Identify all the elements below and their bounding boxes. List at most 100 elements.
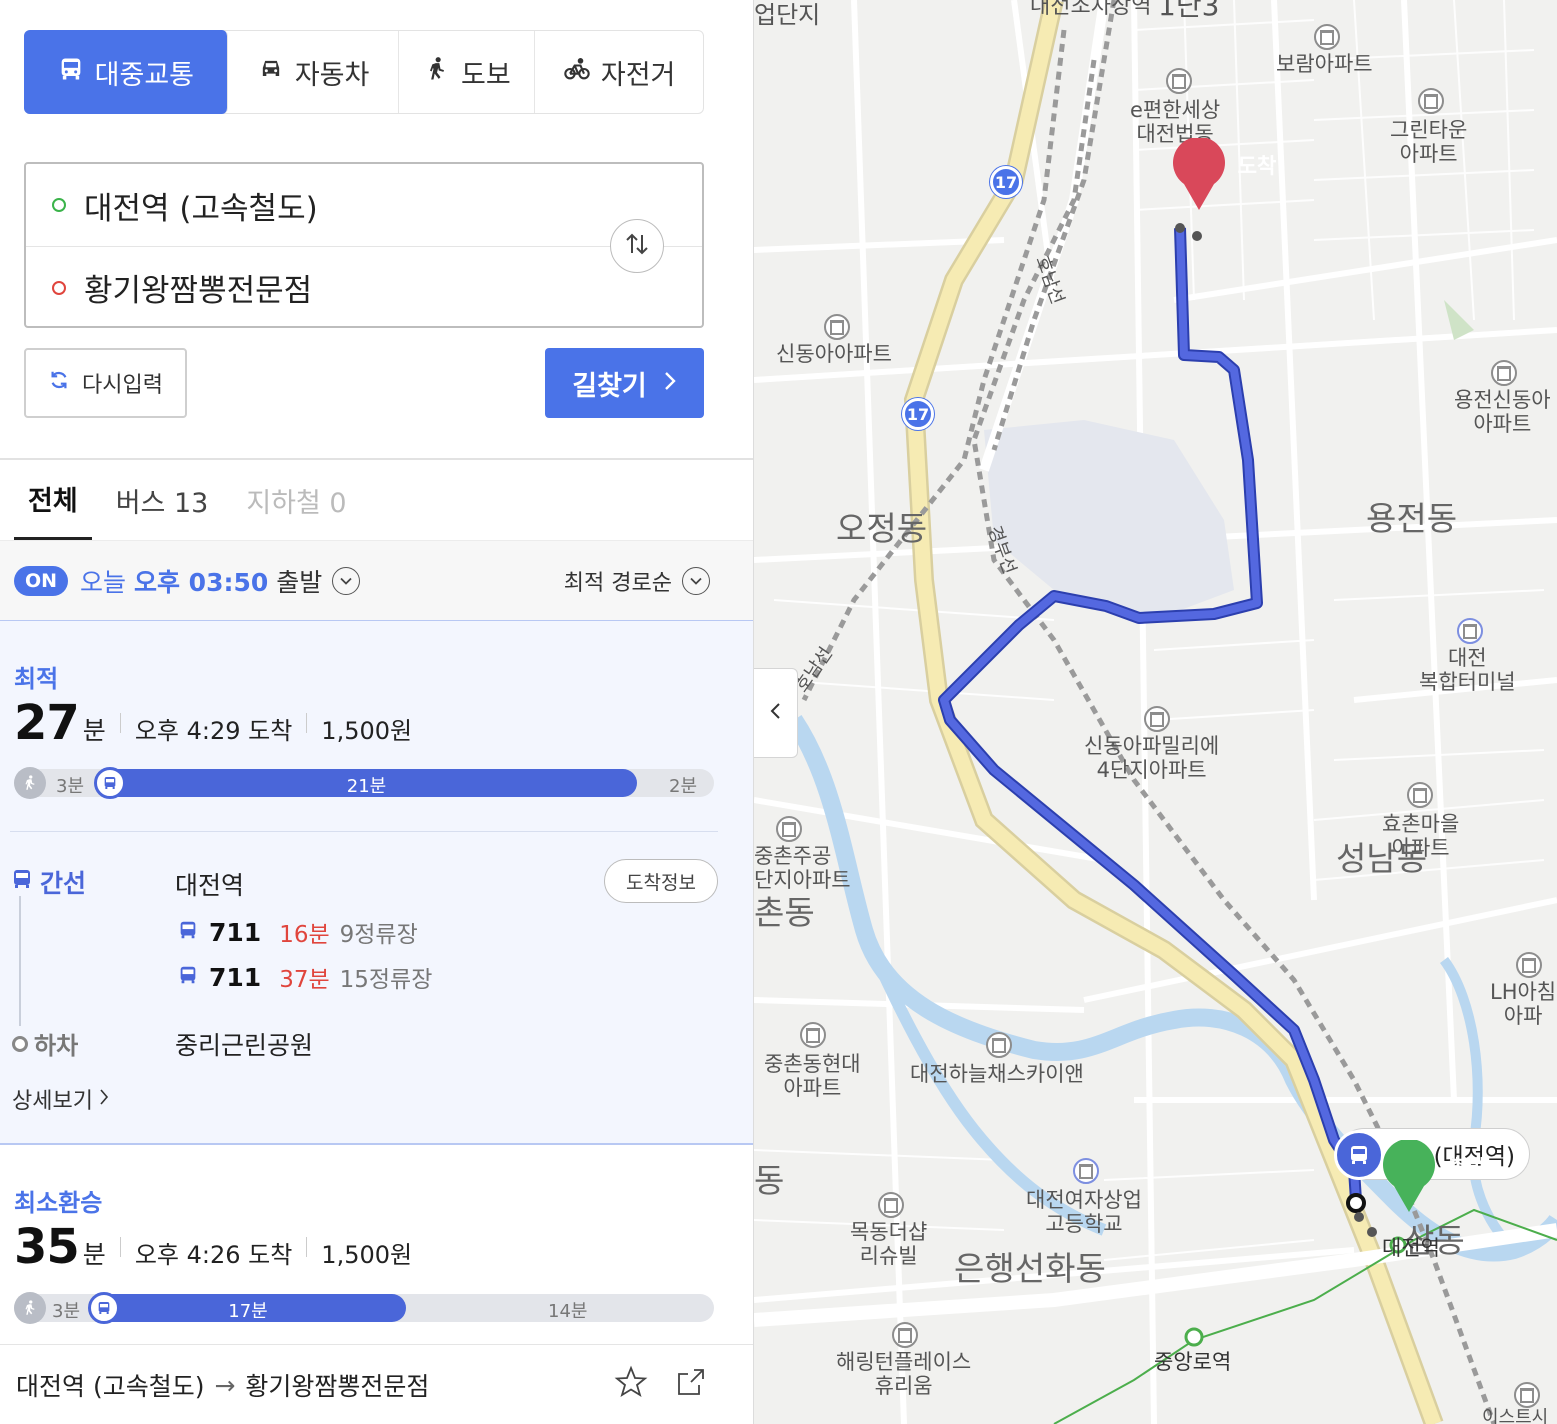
tab-all[interactable]: 전체 [14,460,92,540]
destination-pin[interactable]: 도착 [1170,136,1276,210]
apartment-icon [1514,1382,1540,1408]
map-label: 1단3 [1158,0,1220,22]
chevron-right-icon [663,368,677,399]
separator [119,1237,121,1257]
route-card-optimal[interactable]: 최적 27 분 오후 4:29 도착 1,500원 3분 21분 2분 간선 대… [0,620,753,1145]
tab-bus[interactable]: 버스 13 [102,460,223,540]
map-label: 신동아아파트 [776,342,892,366]
apartment-icon [776,816,802,842]
mode-tab-transit[interactable]: 대중교통 [24,30,228,114]
footer-origin: 대전역 (고속철도) [16,1372,205,1401]
directions-panel: 대중교통 자동차 도보 자전거 대전역 (고속철도) 황기왕짬뽕전문점 다시입력 [0,0,754,1424]
map-view[interactable]: 업단지 대전조차장역 1단3 보람아파트 e편한세상 대전법동 그린타운 아파트… [754,0,1557,1424]
on-toggle[interactable]: ON [14,565,68,596]
destination-field[interactable]: 황기왕짬뽕전문점 [26,246,702,328]
mode-tab-walk[interactable]: 도보 [399,31,536,113]
apartment-icon [824,314,850,340]
walk-end-duration: 14분 [548,1301,588,1322]
departure-time-selector[interactable]: 오늘 오후 03:50 출발 [80,563,322,599]
map-label: 대전여자상업 고등학교 [1026,1188,1142,1237]
footer-actions [614,1365,708,1405]
route-card-min-transfer[interactable]: 최소환승 35 분 오후 4:26 도착 1,500원 3분 17분 14분 [0,1147,753,1345]
bus-number: 711 [209,962,262,992]
origin-field[interactable]: 대전역 (고속철도) [26,164,702,246]
leg-type-label: 간선 [40,869,87,898]
getoff-station: 중리근린공원 [175,1031,314,1060]
route-fare: 1,500원 [321,1241,413,1269]
collapse-panel-button[interactable] [754,668,798,758]
bus-duration: 21분 [346,776,387,797]
bus-icon [88,1292,120,1324]
reset-button[interactable]: 다시입력 [24,348,187,418]
star-icon[interactable] [614,1365,648,1405]
map-label: 업단지 [754,1,821,29]
school-icon [1073,1158,1099,1184]
apartment-icon [1418,88,1444,114]
map-label: 오정동 [836,509,928,548]
bus-segment: 17분 [90,1294,406,1322]
map-label: 성남동 [1336,839,1428,878]
route-label: 최적 [14,665,59,693]
mode-tab-bicycle[interactable]: 자전거 [535,31,703,113]
departure-time: 오후 03:50 [133,567,269,597]
car-icon [257,55,285,90]
inner-divider [10,831,718,832]
separator [306,1237,308,1257]
walk-start-duration: 3분 [56,776,85,797]
origin-dot-icon [52,198,66,212]
route-minutes: 27 [14,695,80,751]
bus-terminal-icon [1457,618,1483,644]
destination-value: 황기왕짬뽕전문점 [84,273,313,309]
chevron-down-icon [682,566,710,595]
swap-button[interactable] [610,219,664,273]
map-label: 중촌주공 단지아파트 [754,844,851,893]
mode-tab-label: 자전거 [600,59,676,91]
map-label: 중촌동현대 아파트 [764,1052,861,1101]
bus-number: 711 [209,917,262,947]
route-search-box: 대전역 (고속철도) 황기왕짬뽕전문점 [24,162,704,328]
apartment-icon [1166,68,1192,94]
route-arrival: 오후 4:26 도착 [134,1241,293,1269]
map-label: 은행선화동 [954,1249,1106,1288]
arrival-info-button[interactable]: 도착정보 [604,859,718,903]
chevron-down-icon[interactable] [332,566,361,595]
apartment-icon [878,1192,904,1218]
map-label: 용전신동아 아파트 [1454,388,1551,437]
sort-selector[interactable]: 최적 경로순 [564,565,710,597]
departure-suffix: 출발 [276,567,323,597]
find-label: 길찾기 [572,370,647,402]
map-label: 촌동 [754,893,815,932]
getoff-ring-icon [12,1035,28,1052]
detail-link[interactable]: 상세보기 [12,1083,109,1115]
map-label: 대전조차장역 [1030,0,1152,19]
bus-eta: 37분 [279,967,330,993]
origin-value: 대전역 (고속철도) [84,190,318,227]
bus-segment: 21분 [96,769,637,797]
origin-pin[interactable]: 출발 [1380,1138,1486,1212]
getoff-label: 하차 [34,1032,79,1060]
bus-icon [177,964,199,990]
walk-icon [14,767,46,799]
bicycle-icon [563,55,591,90]
boarding-station: 대전역 [175,871,245,900]
departure-prefix: 오늘 [80,567,127,597]
footer-arrow: → [214,1370,236,1400]
apartment-icon [1314,24,1340,50]
find-route-button[interactable]: 길찾기 [545,348,704,418]
apartment-icon [1407,782,1433,808]
apartment-icon [1491,360,1517,386]
map-label: 보람아파트 [1276,52,1373,76]
map-label: 이스트시 [1482,1407,1549,1424]
map-label: 대전역 [1382,1236,1440,1260]
apartment-icon [800,1022,826,1048]
destination-pin-label: 도착 [1237,154,1277,178]
share-icon[interactable] [674,1365,708,1405]
bus-stop-icon[interactable] [1334,1130,1384,1180]
mode-tab-car[interactable]: 자동차 [228,31,400,113]
map-label: 대전 복합터미널 [1419,646,1516,695]
getoff-marker: 하차 [12,1026,78,1061]
destination-dot-icon [52,280,66,295]
route-line [19,896,21,1026]
route-label: 최소환승 [14,1189,103,1217]
mode-tab-label: 자동차 [294,59,370,91]
